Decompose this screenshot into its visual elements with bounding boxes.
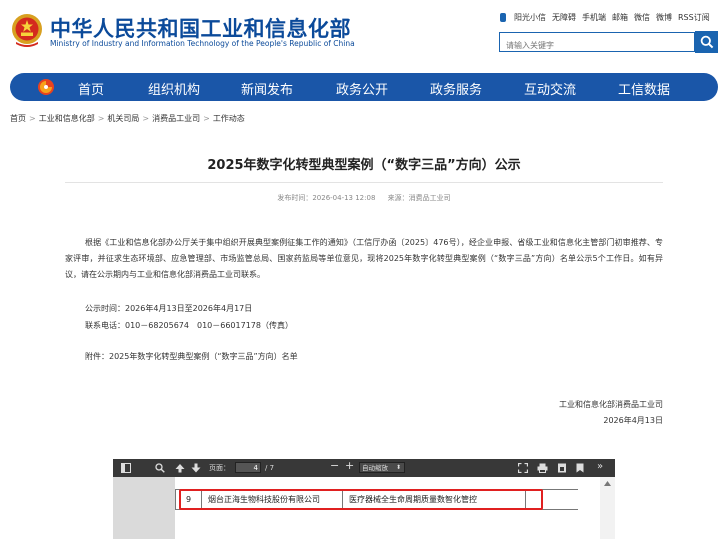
nav-item-organization[interactable]: 组织机构 bbox=[148, 79, 200, 98]
site-header: 中华人民共和国工业和信息化部 Ministry of Industry and … bbox=[0, 0, 728, 70]
top-link-weibo[interactable]: 微博 bbox=[656, 12, 672, 23]
fullscreen-icon[interactable] bbox=[518, 463, 528, 473]
ministry-logo-icon bbox=[38, 79, 54, 95]
top-link-mail[interactable]: 邮箱 bbox=[612, 12, 628, 23]
search-button[interactable] bbox=[695, 31, 718, 53]
next-page-icon[interactable] bbox=[191, 463, 201, 473]
chevron-down-icon: ⬍ bbox=[395, 464, 401, 471]
sidebar-toggle-icon[interactable] bbox=[121, 463, 131, 473]
previous-page-icon[interactable] bbox=[175, 463, 185, 473]
top-link-mobile[interactable]: 手机端 bbox=[582, 12, 606, 23]
signature-date: 2026年4月13日 bbox=[603, 416, 663, 425]
zoom-out-icon[interactable]: − bbox=[330, 460, 339, 472]
download-icon[interactable] bbox=[557, 463, 567, 473]
bookmark-icon[interactable] bbox=[576, 463, 584, 473]
pdf-toolbar: 页面： 4 / 7 − + 自动缩放 ⬍ » bbox=[113, 459, 615, 477]
breadcrumb-work-updates[interactable]: 工作动态 bbox=[213, 114, 245, 123]
more-tools-icon[interactable]: » bbox=[597, 461, 603, 473]
nav-item-disclosure[interactable]: 政务公开 bbox=[336, 79, 388, 98]
breadcrumb-departments[interactable]: 机关司局 bbox=[107, 114, 139, 123]
signature-org: 工业和信息化部消费品工业司 bbox=[559, 400, 663, 409]
breadcrumb-separator: > bbox=[97, 114, 105, 123]
top-link-accessibility[interactable]: 无障碍 bbox=[552, 12, 576, 23]
find-icon[interactable] bbox=[155, 463, 165, 473]
zoom-in-icon[interactable]: + bbox=[345, 460, 354, 472]
breadcrumb-separator: > bbox=[142, 114, 150, 123]
breadcrumb-home[interactable]: 首页 bbox=[10, 114, 26, 123]
nav-item-home[interactable]: 首页 bbox=[78, 79, 104, 98]
breadcrumb: 首页 > 工业和信息化部 > 机关司局 > 消费品工业司 > 工作动态 bbox=[10, 113, 245, 124]
zoom-select[interactable]: 自动缩放 ⬍ bbox=[359, 462, 405, 473]
print-icon[interactable] bbox=[537, 463, 548, 473]
article-source: 来源：消费品工业司 bbox=[387, 194, 451, 202]
highlight-box bbox=[179, 489, 543, 510]
nav-item-data[interactable]: 工信数据 bbox=[618, 79, 670, 98]
page-total: / 7 bbox=[265, 464, 275, 472]
attachment-link[interactable]: 附件：2025年数字化转型典型案例（“数字三品”方向）名单 bbox=[85, 351, 298, 362]
breadcrumb-consumer-goods[interactable]: 消费品工业司 bbox=[152, 114, 200, 123]
national-emblem-icon bbox=[12, 14, 42, 47]
publish-time: 发布时间：2026-04-13 12:08 bbox=[277, 194, 376, 202]
breadcrumb-ministry[interactable]: 工业和信息化部 bbox=[39, 114, 95, 123]
top-link-rss[interactable]: RSS订阅 bbox=[678, 12, 710, 23]
zoom-value: 自动缩放 bbox=[362, 464, 388, 472]
breadcrumb-separator: > bbox=[203, 114, 210, 123]
nav-item-services[interactable]: 政务服务 bbox=[430, 79, 482, 98]
top-link-wechat[interactable]: 微信 bbox=[634, 12, 650, 23]
title-divider bbox=[65, 182, 663, 183]
nav-item-news[interactable]: 新闻发布 bbox=[241, 79, 293, 98]
search-input[interactable] bbox=[500, 36, 694, 55]
breadcrumb-separator: > bbox=[29, 114, 36, 123]
page-label: 页面： bbox=[209, 464, 230, 472]
notice-period: 公示时间：2026年4月13日至2026年4月17日 bbox=[85, 304, 253, 313]
top-link-sunshine[interactable]: 阳光小信 bbox=[514, 12, 546, 23]
page-number-input[interactable]: 4 bbox=[235, 462, 261, 473]
scroll-up-icon[interactable] bbox=[604, 481, 611, 486]
mobile-icon bbox=[500, 13, 506, 22]
nav-item-interaction[interactable]: 互动交流 bbox=[524, 79, 576, 98]
article-title: 2025年数字化转型典型案例（“数字三品”方向）公示 bbox=[207, 158, 521, 173]
contact-phone: 联系电话：010－68205674 010－66017178（传真） bbox=[85, 321, 293, 330]
article-body: 根据《工业和信息化部办公厅关于集中组织开展典型案例征集工作的通知》（工信厅办函〔… bbox=[65, 238, 663, 279]
site-title-english: Ministry of Industry and Information Tec… bbox=[50, 39, 355, 48]
top-links: 阳光小信 无障碍 手机端 邮箱 微信 微博 RSS订阅 bbox=[500, 12, 710, 23]
search-box bbox=[499, 32, 695, 55]
pdf-page: 9 烟台正海生物科技股份有限公司 医疗器械全生命周期质量数智化管控 bbox=[175, 477, 600, 539]
pdf-viewer: 页面： 4 / 7 − + 自动缩放 ⬍ » 9 烟台正海生物科技股份有限公司 医… bbox=[113, 459, 615, 539]
search-icon bbox=[700, 35, 713, 49]
pdf-scrollbar[interactable] bbox=[600, 477, 615, 539]
main-nav: 首页 组织机构 新闻发布 政务公开 政务服务 互动交流 工信数据 bbox=[10, 73, 718, 101]
article-meta: 发布时间：2026-04-13 12:08 来源：消费品工业司 bbox=[0, 193, 728, 203]
